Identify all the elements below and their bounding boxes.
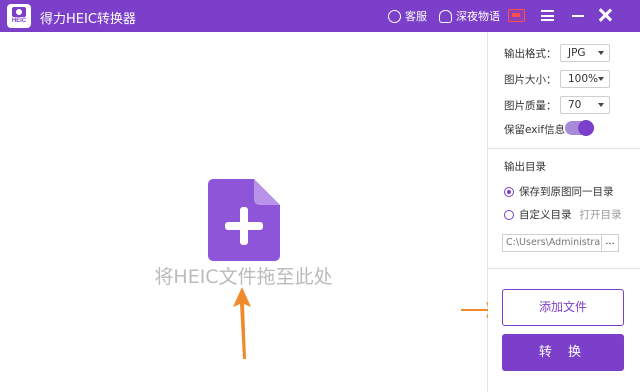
minimize-icon[interactable]	[572, 15, 584, 17]
size-value: 100%	[568, 73, 599, 85]
annotation-arrow-up	[233, 287, 251, 359]
app-title: 得力HEIC转换器	[40, 12, 136, 27]
radio-custom-dir[interactable]: 自定义目录 打开目录	[504, 207, 622, 222]
theme-label: 深夜物语	[456, 10, 500, 23]
browse-button[interactable]: ...	[602, 234, 619, 252]
format-value: JPG	[568, 47, 586, 59]
radio-same-dir[interactable]: 保存到原图同一目录	[504, 184, 614, 199]
theme-button[interactable]: 深夜物语	[439, 8, 500, 24]
section-divider	[488, 148, 640, 149]
chevron-down-icon	[598, 51, 604, 55]
chat-icon	[388, 9, 401, 23]
output-path-field[interactable]: C:\Users\Administra	[502, 234, 602, 252]
user-icon	[439, 9, 452, 23]
size-label: 图片大小：	[504, 74, 557, 86]
size-select[interactable]: 100%	[560, 70, 610, 88]
format-label: 输出格式：	[504, 48, 557, 60]
app-logo-icon: HEIC	[7, 4, 31, 28]
support-button[interactable]: 客服	[388, 8, 427, 24]
menu-icon[interactable]	[541, 10, 554, 21]
chevron-down-icon	[598, 77, 604, 81]
exif-label: 保留exif信息	[504, 124, 566, 136]
quality-label: 图片质量：	[504, 100, 557, 112]
exif-toggle[interactable]	[565, 120, 594, 136]
close-icon[interactable]	[598, 8, 612, 22]
radio-same-dir-label: 保存到原图同一目录	[519, 186, 614, 198]
quality-select[interactable]: 70	[560, 96, 610, 114]
chevron-down-icon	[598, 103, 604, 107]
open-dir-link[interactable]: 打开目录	[580, 207, 622, 222]
logo-text: HEIC	[11, 18, 27, 24]
section-divider	[488, 268, 640, 269]
format-select[interactable]: JPG	[560, 44, 610, 62]
output-dir-title: 输出目录	[504, 161, 546, 173]
toggle-knob	[578, 120, 594, 136]
file-add-icon[interactable]	[208, 179, 280, 261]
convert-button[interactable]: 转 换	[502, 334, 624, 371]
settings-panel: 输出格式： JPG 图片大小： 100% 图片质量： 70 保留exif信息 输…	[488, 32, 640, 392]
radio-custom-dir-label: 自定义目录	[519, 209, 572, 221]
radio-checked-icon	[504, 186, 514, 197]
vip-badge-icon[interactable]	[508, 9, 525, 22]
title-bar: HEIC 得力HEIC转换器 客服 深夜物语	[0, 0, 640, 32]
quality-value: 70	[568, 99, 582, 111]
support-label: 客服	[405, 10, 427, 23]
add-file-button[interactable]: 添加文件	[502, 289, 624, 326]
radio-unchecked-icon	[504, 209, 514, 220]
